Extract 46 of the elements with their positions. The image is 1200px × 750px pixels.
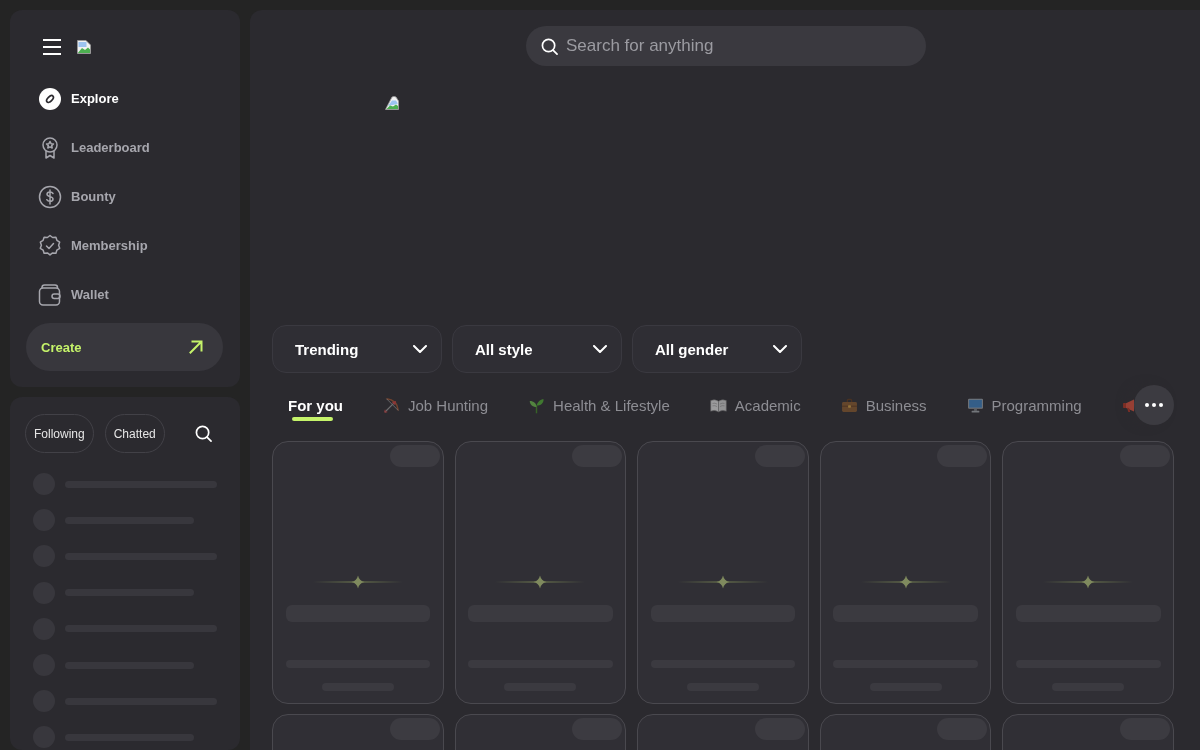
broken-image-icon [384,95,400,111]
badge-placeholder [754,445,805,467]
badge-placeholder [937,445,988,467]
category-tab[interactable]: Health & Lifestyle [528,385,670,425]
badge-placeholder [937,718,988,740]
badge-placeholder [1120,445,1170,467]
compass-icon [38,86,62,111]
wallet-icon [38,282,62,307]
category-tab[interactable]: Academic [709,385,801,425]
bow-and-arrow-icon [383,396,400,414]
category-tab[interactable]: Job Hunting [383,385,489,425]
badge-placeholder [572,445,623,467]
briefcase-icon [840,396,858,414]
badge-placeholder [572,718,623,740]
category-tab[interactable]: Programming [966,385,1082,425]
category-tab[interactable]: Business [840,385,927,425]
check-badge-icon [38,233,62,258]
menu-icon[interactable] [43,39,61,55]
nav-item[interactable]: Wallet [26,270,223,319]
nav-item[interactable]: Bounty [26,172,223,221]
chevron-down-icon [413,345,427,353]
arrow-up-right-icon [189,340,203,354]
chevron-down-icon [773,345,787,353]
chevron-down-icon [593,345,607,353]
create-button[interactable]: Create [26,323,223,371]
more-dots-icon [1145,403,1163,407]
search-icon[interactable] [195,425,212,442]
dollar-coin-icon [38,184,62,209]
badge-placeholder [389,718,440,740]
seedling-icon [528,396,546,414]
broken-image-icon [76,39,92,55]
category-tab[interactable]: For you [288,385,343,425]
filter-dropdown[interactable]: Trending [272,325,442,373]
nav-item[interactable]: Membership [26,221,223,270]
search-field[interactable]: Search for anything [526,26,926,66]
desktop-computer-icon [966,396,984,414]
open-book-icon [709,396,727,414]
nav-item[interactable]: Explore [26,74,223,123]
badge-placeholder [389,445,440,467]
filter-dropdown[interactable]: All gender [632,325,802,373]
nav-item[interactable]: Leaderboard [26,123,223,172]
filter-dropdown[interactable]: All style [452,325,622,373]
search-icon [541,37,558,55]
badge-placeholder [1120,718,1170,740]
more-button[interactable] [1134,385,1174,425]
badge-placeholder [754,718,805,740]
